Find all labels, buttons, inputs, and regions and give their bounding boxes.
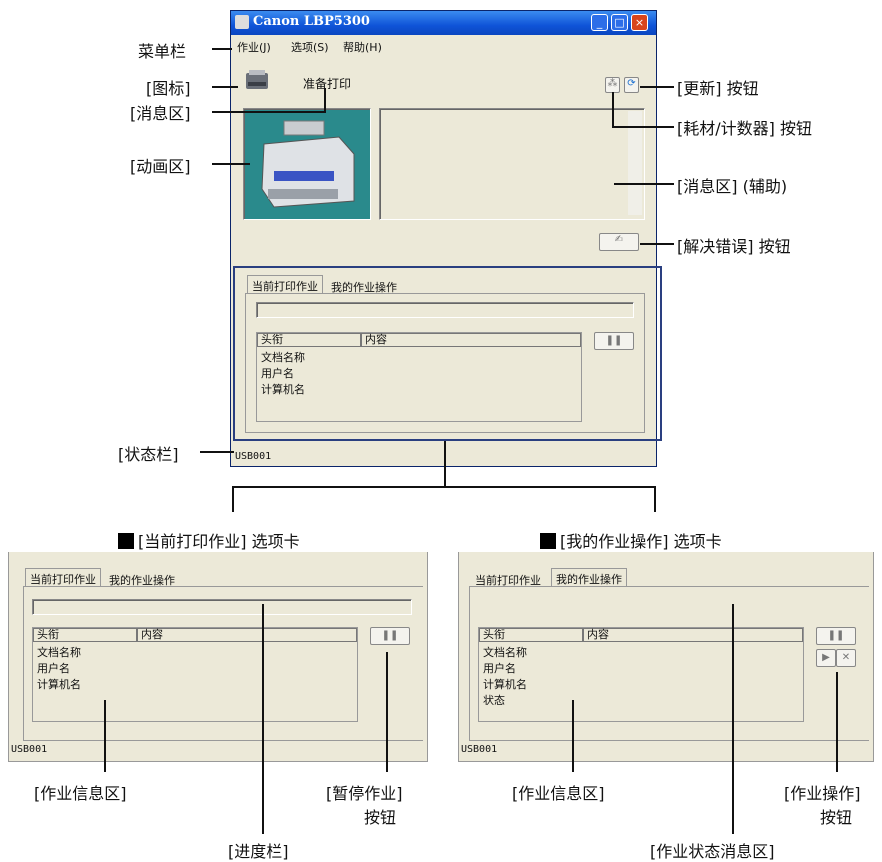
callout-aux-message: [消息区] (辅助)	[677, 177, 788, 196]
right-panel-heading: [我的作业操作] 选项卡	[540, 528, 722, 552]
list-item: 计算机名	[483, 678, 527, 691]
resume-icon: ▶	[822, 652, 830, 663]
menu-help[interactable]: 帮助(H)	[343, 39, 382, 55]
callout-pause-job-2: 按钮	[364, 808, 397, 827]
progress-bar	[32, 599, 412, 615]
column-header: 头衔	[479, 628, 583, 642]
callout-job-ops-2: 按钮	[820, 808, 853, 827]
callout-resolve-error: [解决错误] 按钮	[677, 237, 791, 256]
list-item: 状态	[483, 694, 505, 707]
column-header: 内容	[583, 628, 803, 642]
tab-region-outline	[233, 266, 662, 441]
delete-icon: ✕	[841, 652, 851, 663]
consumables-button[interactable]: ⁂	[605, 77, 620, 93]
title-bar: Canon LBP5300 _ □ ×	[231, 11, 656, 35]
status-bar: USB001	[235, 451, 272, 462]
animation-area	[243, 108, 371, 220]
status-bar: USB001	[11, 744, 48, 755]
window-title: Canon LBP5300	[253, 14, 370, 29]
printer-icon	[243, 67, 271, 95]
list-item: 文档名称	[37, 646, 81, 659]
pause-job-button[interactable]: ❚❚	[370, 627, 410, 645]
pause-icon: ❚❚	[381, 630, 399, 641]
callout-refresh-button: [更新] 按钮	[677, 79, 759, 98]
menu-bar: 作业(J) 选项(S) 帮助(H)	[231, 35, 656, 55]
resolve-error-icon: ✍	[614, 234, 624, 245]
callout-job-status-msg: [作业状态消息区]	[650, 842, 775, 861]
minimize-icon[interactable]: _	[591, 14, 608, 31]
list-item: 文档名称	[483, 646, 527, 659]
list-item: 计算机名	[37, 678, 81, 691]
app-icon	[235, 15, 249, 29]
menu-options[interactable]: 选项(S)	[291, 39, 329, 55]
job-info-area: 头衔 内容 文档名称 用户名 计算机名 状态	[478, 627, 804, 722]
column-header: 内容	[137, 628, 357, 642]
list-item: 用户名	[37, 662, 70, 675]
resume-job-button[interactable]: ▶	[816, 649, 836, 667]
callout-status-bar: [状态栏]	[118, 445, 179, 464]
my-job-ops-tab-panel: 当前打印作业 我的作业操作 头衔 内容 文档名称 用户名 计算机名 状态 ❚❚ …	[458, 552, 874, 762]
aux-message-area	[379, 108, 645, 220]
callout-job-info-area: [作业信息区]	[512, 784, 605, 803]
job-info-area: 头衔 内容 文档名称 用户名 计算机名	[32, 627, 358, 722]
message-text: 准备打印	[303, 77, 352, 91]
tab-pane: 头衔 内容 文档名称 用户名 计算机名 状态 ❚❚ ▶ ✕	[469, 586, 869, 741]
callout-job-info-area: [作业信息区]	[34, 784, 127, 803]
delete-job-button[interactable]: ✕	[836, 649, 856, 667]
close-icon[interactable]: ×	[631, 14, 648, 31]
list-item: 用户名	[483, 662, 516, 675]
callout-message-area: [消息区]	[130, 104, 191, 123]
pause-job-button[interactable]: ❚❚	[816, 627, 856, 645]
resolve-error-button[interactable]: ✍	[599, 233, 639, 251]
callout-menubar: 菜单栏	[138, 42, 187, 61]
callout-consumables-button: [耗材/计数器] 按钮	[677, 119, 812, 138]
column-header: 头衔	[33, 628, 137, 642]
tab-pane: 头衔 内容 文档名称 用户名 计算机名 ❚❚	[23, 586, 423, 741]
refresh-button[interactable]: ⟳	[624, 77, 639, 93]
pause-icon: ❚❚	[827, 630, 845, 641]
consumables-icon: ⁂	[607, 78, 618, 89]
refresh-icon: ⟳	[627, 78, 636, 89]
callout-icon: [图标]	[146, 79, 191, 98]
current-job-tab-panel: 当前打印作业 我的作业操作 头衔 内容 文档名称 用户名 计算机名 ❚❚ USB…	[8, 552, 428, 762]
callout-pause-job: [暂停作业]	[326, 784, 403, 803]
printer-animation	[261, 120, 355, 208]
callout-progress-bar: [进度栏]	[228, 842, 289, 861]
left-panel-heading: [当前打印作业] 选项卡	[118, 528, 300, 552]
menu-job[interactable]: 作业(J)	[237, 39, 271, 55]
status-bar: USB001	[461, 744, 498, 755]
maximize-icon[interactable]: □	[611, 14, 628, 31]
callout-job-ops: [作业操作]	[784, 784, 861, 803]
callout-animation-area: [动画区]	[130, 157, 191, 176]
